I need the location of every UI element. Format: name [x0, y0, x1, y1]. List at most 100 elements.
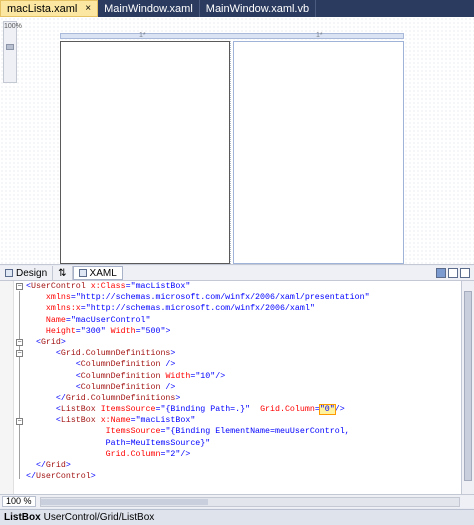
code-token: Width: [165, 371, 191, 381]
column-size-marker: 1*: [139, 32, 146, 39]
code-line[interactable]: xmlns:x="http://schemas.microsoft.com/wi…: [26, 303, 370, 314]
code-line[interactable]: Name="macUserControl": [26, 315, 370, 326]
editor-vertical-scrollbar[interactable]: [462, 281, 474, 494]
column-ruler[interactable]: 1* 1*: [60, 32, 404, 39]
document-tab-strip: macLista.xaml × MainWindow.xaml MainWind…: [0, 0, 474, 17]
fold-guide: [19, 291, 20, 479]
code-token: "macListBox": [135, 416, 196, 426]
scrollbar-thumb[interactable]: [464, 291, 472, 481]
code-line[interactable]: Grid.Column="2"/>: [26, 449, 370, 460]
code-token: >: [175, 393, 181, 403]
tab-maclista-xaml[interactable]: macLista.xaml ×: [0, 0, 99, 17]
code-token: x:Name: [100, 416, 131, 426]
code-line[interactable]: <ColumnDefinition />: [26, 359, 370, 370]
code-token: <: [26, 371, 81, 381]
code-token: ItemsSource: [105, 427, 161, 437]
collapse-icon[interactable]: −: [16, 350, 23, 357]
column-size-marker: 1*: [316, 32, 323, 39]
code-line[interactable]: </UserControl>: [26, 471, 370, 482]
code-line[interactable]: <ColumnDefinition Width="10"/>: [26, 371, 370, 382]
zoom-rail-label: 100%: [4, 23, 22, 30]
code-token: xmlns:x: [45, 304, 81, 314]
editor-zoom-bar: 100 %: [0, 494, 474, 508]
xaml-view-icon: [78, 269, 87, 277]
code-line[interactable]: </Grid.ColumnDefinitions>: [26, 393, 370, 404]
editor-horizontal-scrollbar[interactable]: [39, 496, 460, 507]
collapse-pane-button[interactable]: [460, 268, 470, 278]
code-line[interactable]: <ListBox x:Name="macListBox": [26, 415, 370, 426]
code-token: <: [26, 349, 61, 359]
code-token: Path=MeuItemsSource}": [105, 438, 211, 448]
design-surface[interactable]: 100% 1* 1*: [0, 17, 474, 265]
tab-xaml[interactable]: XAML: [72, 266, 123, 280]
code-line[interactable]: <ListBox ItemsSource="{Binding Path=.}" …: [26, 404, 370, 416]
close-icon[interactable]: ×: [85, 3, 91, 14]
tab-design[interactable]: Design: [0, 266, 54, 280]
element-path[interactable]: UserControl/Grid/ListBox: [44, 512, 155, 523]
zoom-select[interactable]: 100 %: [2, 496, 36, 507]
code-line[interactable]: <UserControl x:Class="macListBox": [26, 281, 370, 292]
code-line[interactable]: <Grid>: [26, 337, 370, 348]
code-token: Grid: [45, 461, 66, 470]
code-line[interactable]: </Grid>: [26, 460, 370, 471]
tab-xaml-label: XAML: [89, 267, 117, 279]
code-line[interactable]: Path=MeuItemsSource}": [26, 438, 370, 449]
code-line[interactable]: ItemsSource="{Binding ElementName=meuUse…: [26, 426, 370, 437]
collapse-icon[interactable]: −: [16, 283, 23, 290]
code-line[interactable]: <ColumnDefinition />: [26, 382, 370, 393]
code-token: ItemsSource: [100, 405, 156, 415]
collapse-icon[interactable]: −: [16, 418, 23, 425]
code-token: UserControl: [35, 472, 91, 482]
horizontal-split-button[interactable]: [448, 268, 458, 278]
code-token: >: [65, 461, 71, 470]
zoom-slider[interactable]: 100%: [3, 21, 22, 83]
collapse-icon[interactable]: −: [16, 339, 23, 346]
code-token: />: [180, 449, 191, 459]
xaml-editor[interactable]: − − − − <UserControl x:Class="macListBox…: [0, 281, 462, 494]
selection-breadcrumb: ListBox UserControl/Grid/ListBox: [0, 509, 474, 525]
code-token: />: [160, 382, 176, 392]
code-token: ColumnDefinition: [80, 360, 161, 370]
code-token: "{Binding ElementName=meuUserControl,: [165, 427, 350, 437]
code-token: />: [160, 360, 176, 370]
scrollbar-thumb[interactable]: [40, 498, 208, 505]
listbox-column-0[interactable]: [60, 41, 230, 264]
code-line[interactable]: <Grid.ColumnDefinitions>: [26, 348, 370, 359]
code-token: "300": [80, 326, 106, 336]
code-token: ColumnDefinition: [80, 371, 161, 381]
code-text[interactable]: <UserControl x:Class="macListBox" xmlns=…: [26, 281, 370, 482]
tab-mainwindow-xaml-vb[interactable]: MainWindow.xaml.vb: [200, 0, 317, 17]
code-token: />: [215, 371, 226, 381]
user-control-preview[interactable]: 1* 1*: [60, 32, 404, 266]
code-token: >: [60, 337, 66, 347]
code-token: Name: [45, 315, 66, 325]
code-token: Height: [45, 326, 76, 336]
listbox-column-2[interactable]: [233, 41, 404, 264]
tab-label: MainWindow.xaml.vb: [205, 2, 310, 15]
code-line[interactable]: xmlns="http://schemas.microsoft.com/winf…: [26, 292, 370, 303]
zoom-slider-thumb[interactable]: [6, 44, 14, 50]
swap-panes-button[interactable]: ⇅: [53, 266, 73, 280]
code-token: Grid.Column: [260, 405, 315, 415]
code-token: "0": [318, 404, 336, 416]
code-token: <: [26, 416, 61, 426]
code-token: <: [26, 360, 81, 370]
code-token: UserControl: [30, 282, 86, 291]
code-token: "500": [140, 326, 166, 336]
code-token: Grid.ColumnDefinitions: [65, 393, 176, 403]
swap-icon: ⇅: [58, 267, 67, 279]
tab-label: macLista.xaml: [7, 2, 78, 15]
selected-element[interactable]: ListBox: [4, 512, 41, 523]
code-token: ListBox: [60, 416, 96, 426]
code-token: ColumnDefinition: [80, 382, 161, 392]
code-token: </: [26, 472, 36, 482]
tab-mainwindow-xaml[interactable]: MainWindow.xaml: [98, 0, 200, 17]
vertical-split-button[interactable]: [436, 268, 446, 278]
code-token: xmlns: [45, 293, 71, 303]
code-token: <: [26, 337, 41, 347]
code-line[interactable]: Height="300" Width="500">: [26, 326, 370, 337]
